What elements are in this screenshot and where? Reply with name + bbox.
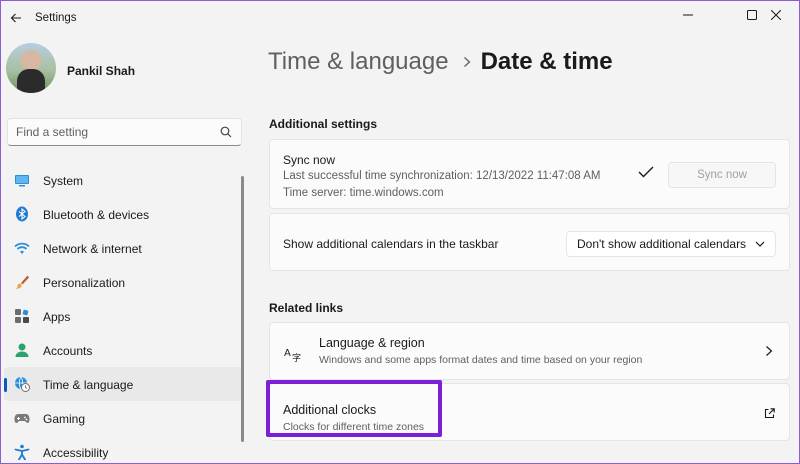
last-sync-text: Last successful time synchronization: 12…	[283, 170, 601, 182]
time-server-text: Time server: time.windows.com	[283, 187, 444, 199]
svg-text:A: A	[284, 348, 291, 359]
sidebar-item-personalization[interactable]: Personalization	[4, 265, 242, 299]
sidebar-item-accounts[interactable]: Accounts	[4, 333, 242, 367]
breadcrumb: Time & language Date & time	[268, 46, 613, 78]
additional-clocks-link[interactable]: Additional clocks Clocks for different t…	[269, 383, 790, 441]
search-box	[7, 118, 242, 146]
sidebar-item-apps[interactable]: Apps	[4, 299, 242, 333]
bluetooth-icon	[16, 206, 28, 222]
title-bar: Settings	[0, 0, 800, 36]
sync-title: Sync now	[283, 153, 336, 167]
sidebar-item-label: Time & language	[43, 378, 134, 392]
chevron-right-icon	[463, 57, 471, 67]
sidebar-item-label: Network & internet	[43, 242, 142, 256]
additional-clocks-title: Additional clocks	[283, 403, 377, 417]
section-title-additional-settings: Additional settings	[269, 117, 377, 131]
minimize-icon	[683, 14, 693, 16]
close-button[interactable]	[753, 2, 799, 28]
checkmark-icon	[638, 166, 654, 178]
sidebar-item-label: Accounts	[43, 344, 93, 358]
close-icon	[771, 10, 781, 20]
app-title: Settings	[35, 12, 77, 24]
language-icon: A 字	[284, 348, 301, 362]
sidebar-item-label: Personalization	[43, 276, 126, 290]
avatar	[6, 43, 56, 93]
additional-clocks-subtitle: Clocks for different time zones	[283, 421, 425, 433]
sidebar-item-label: Apps	[43, 310, 71, 324]
clock-globe-icon	[15, 376, 30, 392]
back-button[interactable]	[4, 6, 28, 30]
sidebar-item-label: Accessibility	[43, 446, 109, 460]
apps-icon	[15, 309, 29, 323]
sidebar-item-label: Gaming	[43, 412, 86, 426]
search-icon[interactable]	[220, 126, 232, 138]
dropdown-value: Don't show additional calendars	[577, 237, 747, 251]
chevron-down-icon	[755, 241, 765, 247]
sidebar: Pankil Shah System Bluetooth & devices	[0, 36, 252, 464]
sidebar-scrollbar[interactable]	[241, 176, 244, 442]
system-icon	[15, 175, 29, 187]
controller-icon	[14, 414, 30, 423]
breadcrumb-parent[interactable]: Time & language	[268, 48, 449, 76]
sidebar-item-gaming[interactable]: Gaming	[4, 401, 242, 435]
minimize-button[interactable]	[665, 2, 711, 28]
back-arrow-icon	[10, 13, 21, 23]
additional-calendars-card: Show additional calendars in the taskbar…	[269, 213, 790, 271]
sidebar-item-system[interactable]: System	[4, 163, 242, 197]
brush-icon	[15, 275, 29, 289]
profile[interactable]: Pankil Shah	[6, 43, 246, 97]
wifi-icon	[14, 242, 30, 254]
nav-list: System Bluetooth & devices Network & int…	[4, 163, 242, 464]
additional-calendars-label: Show additional calendars in the taskbar	[283, 237, 499, 251]
external-link-icon	[764, 408, 775, 419]
profile-name: Pankil Shah	[67, 64, 136, 78]
language-region-title: Language & region	[319, 336, 425, 350]
sidebar-item-time-language[interactable]: Time & language	[4, 367, 242, 401]
sidebar-item-label: Bluetooth & devices	[43, 208, 150, 222]
section-title-related-links: Related links	[269, 301, 344, 315]
accessibility-icon	[14, 444, 30, 460]
person-icon	[15, 343, 29, 357]
sidebar-item-accessibility[interactable]: Accessibility	[4, 435, 242, 464]
sidebar-item-label: System	[43, 174, 84, 188]
sidebar-item-network[interactable]: Network & internet	[4, 231, 242, 265]
language-region-link[interactable]: A 字 Language & region Windows and some a…	[269, 322, 790, 380]
additional-calendars-dropdown[interactable]: Don't show additional calendars	[566, 231, 776, 257]
sync-card: Sync now Last successful time synchroniz…	[269, 139, 790, 209]
sync-now-button[interactable]: Sync now	[668, 162, 776, 188]
page-title: Date & time	[480, 48, 613, 75]
search-input[interactable]	[16, 123, 216, 141]
language-region-subtitle: Windows and some apps format dates and t…	[319, 354, 643, 366]
chevron-right-icon	[766, 346, 773, 356]
svg-text:字: 字	[292, 352, 301, 362]
sidebar-item-bluetooth[interactable]: Bluetooth & devices	[4, 197, 242, 231]
